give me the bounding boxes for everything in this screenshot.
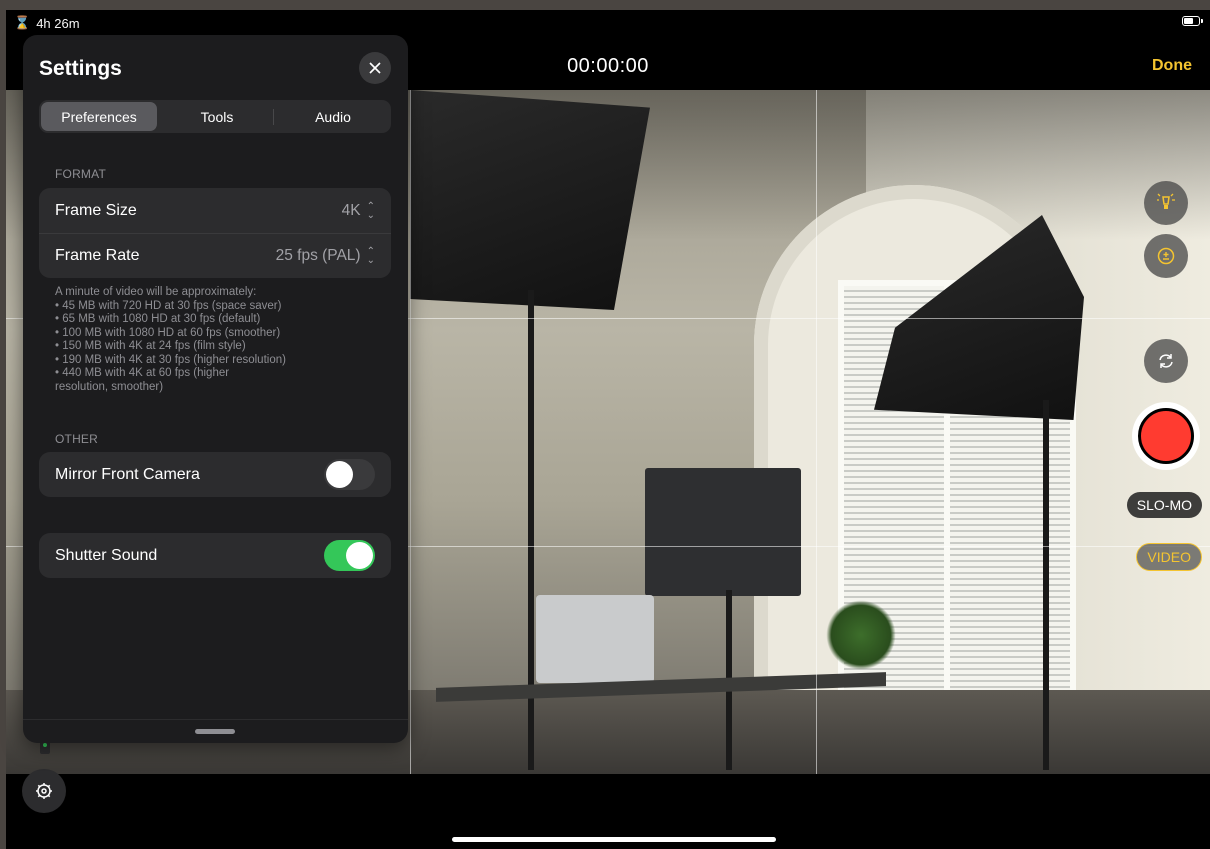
format-footnote: A minute of video will be approximately:… (55, 286, 286, 393)
frame-size-label: Frame Size (55, 201, 137, 219)
close-button[interactable] (359, 52, 391, 84)
settings-panel: Settings Preferences Tools Audio FORMAT … (23, 35, 408, 743)
mirror-group: Mirror Front Camera (39, 452, 391, 497)
settings-gear-icon[interactable] (22, 769, 66, 813)
flash-light-icon[interactable] (1144, 181, 1188, 225)
frame-rate-label: Frame Rate (55, 247, 140, 264)
sheet-grabber[interactable] (195, 729, 235, 734)
switch-camera-icon[interactable] (1144, 339, 1188, 383)
settings-title: Settings (39, 57, 122, 80)
section-label-format: FORMAT (55, 167, 106, 181)
format-group: Frame Size 4K ⌃ ⌄ Frame Rate 25 fps (PAL) ⌃… (39, 188, 391, 278)
shutter-group: Shutter Sound (39, 533, 391, 578)
tab-preferences[interactable]: Preferences (41, 102, 157, 131)
shutter-sound-row: Shutter Sound (39, 533, 391, 578)
grid-line (816, 90, 817, 774)
mirror-front-camera-row: Mirror Front Camera (39, 452, 391, 497)
mode-slo-mo[interactable]: SLO-MO (1126, 492, 1202, 518)
shutter-sound-label: Shutter Sound (55, 546, 158, 564)
frame-rate-value: 25 fps (PAL) (275, 247, 361, 264)
exposure-icon[interactable] (1144, 234, 1188, 278)
scene-plant (826, 600, 896, 670)
scene-laptop (536, 595, 654, 683)
record-button[interactable] (1132, 402, 1200, 470)
frame-rate-row[interactable]: Frame Rate 25 fps (PAL) ⌃ ⌄ (39, 233, 391, 278)
settings-tabs: Preferences Tools Audio (39, 100, 391, 133)
recording-time-remaining: 4h 26m (36, 15, 80, 31)
tab-tools[interactable]: Tools (159, 100, 275, 133)
tab-audio[interactable]: Audio (275, 100, 391, 133)
status-bar: ⌛ 4h 26m (6, 10, 1210, 34)
battery-icon (1182, 16, 1203, 26)
section-label-other: OTHER (55, 432, 98, 446)
softbox-left (410, 90, 650, 310)
mirror-front-camera-label: Mirror Front Camera (55, 465, 200, 483)
shutter-sound-toggle[interactable] (324, 540, 375, 571)
scene-monitor (645, 468, 801, 596)
hourglass-icon: ⌛ (14, 15, 31, 30)
grid-line (410, 90, 411, 774)
close-icon (369, 62, 381, 74)
done-button[interactable]: Done (1152, 57, 1192, 75)
frame-size-value: 4K (341, 201, 361, 219)
mirror-front-camera-toggle[interactable] (324, 459, 375, 490)
chevron-up-down-icon: ⌃ ⌄ (366, 246, 375, 266)
chevron-up-down-icon: ⌃ ⌄ (366, 200, 375, 221)
home-indicator[interactable] (452, 837, 776, 842)
mode-video[interactable]: VIDEO (1136, 543, 1202, 571)
frame-size-row[interactable]: Frame Size 4K ⌃ ⌄ (39, 188, 391, 233)
